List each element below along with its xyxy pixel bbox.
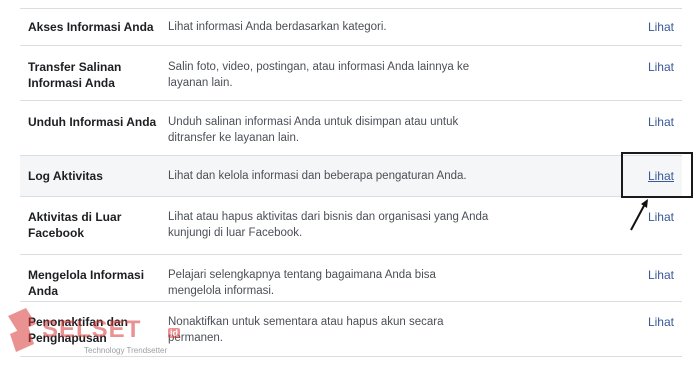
view-link[interactable]: Lihat bbox=[648, 314, 674, 330]
settings-row-transfer-salinan[interactable]: Transfer Salinan Informasi Anda Salin fo… bbox=[20, 46, 682, 101]
settings-row-log-aktivitas[interactable]: Log Aktivitas Lihat dan kelola informasi… bbox=[20, 156, 682, 197]
row-description: Lihat informasi Anda berdasarkan kategor… bbox=[168, 21, 387, 33]
view-link[interactable]: Lihat bbox=[648, 267, 674, 283]
selset-logo-icon bbox=[8, 308, 36, 352]
settings-list: Akses Informasi Anda Lihat informasi And… bbox=[20, 8, 682, 357]
watermark-tagline: Technology Trendsetter bbox=[84, 346, 168, 355]
row-description: Pelajari selengkapnya tentang bagaimana … bbox=[168, 269, 436, 297]
view-link[interactable]: Lihat bbox=[648, 59, 674, 75]
view-link[interactable]: Lihat bbox=[648, 114, 674, 130]
row-title: Akses Informasi Anda bbox=[28, 20, 154, 34]
annotation-arrow-icon bbox=[630, 199, 648, 231]
view-link[interactable]: Lihat bbox=[648, 209, 674, 225]
watermark: SELSET id Technology Trendsetter bbox=[4, 306, 204, 364]
settings-row-akses-informasi[interactable]: Akses Informasi Anda Lihat informasi And… bbox=[20, 9, 682, 46]
row-title: Log Aktivitas bbox=[28, 169, 103, 183]
view-link[interactable]: Lihat bbox=[648, 19, 674, 35]
row-description: Unduh salinan informasi Anda untuk disim… bbox=[168, 116, 459, 144]
row-title: Mengelola Informasi Anda bbox=[28, 268, 145, 298]
watermark-badge: id bbox=[168, 328, 180, 338]
row-title: Unduh Informasi Anda bbox=[28, 115, 157, 129]
row-description: Nonaktifkan untuk sementara atau hapus a… bbox=[168, 316, 444, 344]
settings-row-unduh-informasi[interactable]: Unduh Informasi Anda Unduh salinan infor… bbox=[20, 101, 682, 156]
row-description: Salin foto, video, postingan, atau infor… bbox=[168, 61, 470, 89]
row-description: Lihat atau hapus aktivitas dari bisnis d… bbox=[168, 211, 489, 239]
settings-row-aktivitas-luar-facebook[interactable]: Aktivitas di Luar Facebook Lihat atau ha… bbox=[20, 197, 682, 255]
annotation-highlight-box bbox=[621, 152, 693, 198]
settings-row-mengelola-informasi[interactable]: Mengelola Informasi Anda Pelajari seleng… bbox=[20, 255, 682, 302]
row-title: Aktivitas di Luar Facebook bbox=[28, 210, 122, 240]
row-description: Lihat dan kelola informasi dan beberapa … bbox=[168, 170, 467, 182]
watermark-name: SELSET bbox=[42, 316, 142, 343]
row-title: Transfer Salinan Informasi Anda bbox=[28, 60, 122, 90]
settings-page: Akses Informasi Anda Lihat informasi And… bbox=[0, 0, 700, 366]
